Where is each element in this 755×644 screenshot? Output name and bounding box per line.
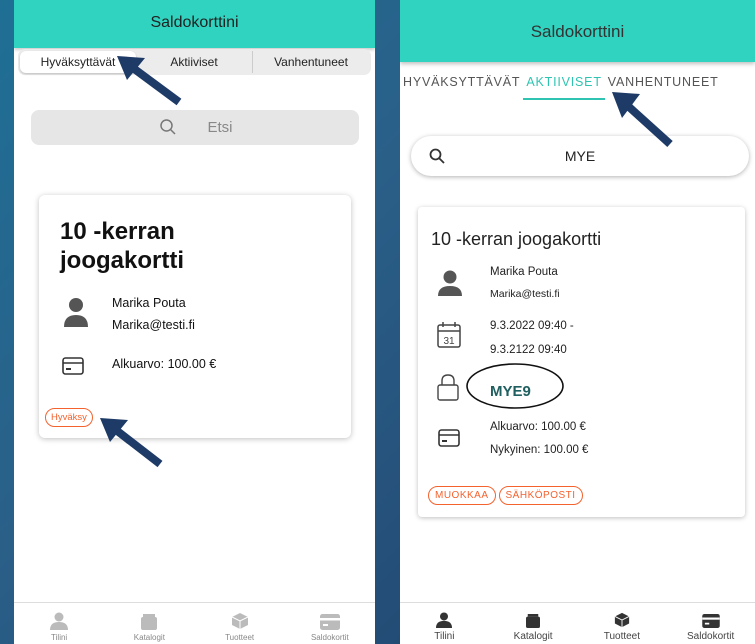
nav-label: Katalogit	[133, 633, 165, 642]
nav-catalogs[interactable]: Katalogit	[104, 603, 194, 644]
nav-account[interactable]: Tilini	[14, 603, 104, 644]
app-header: Saldokorttini	[14, 0, 375, 48]
current-value: Nykyinen: 100.00 €	[490, 444, 589, 456]
phone-left: Saldokorttini Hyväksyttävät Aktiiviset V…	[14, 0, 375, 644]
nav-label: Katalogit	[513, 631, 553, 642]
search-icon	[160, 119, 176, 135]
tab-expired[interactable]: VANHENTUNEET	[605, 75, 722, 100]
nav-label: Tuotteet	[225, 633, 255, 642]
tab-active[interactable]: AKTIIVISET	[523, 75, 605, 100]
person-icon	[436, 612, 453, 628]
owner-email: Marika@testi.fi	[112, 318, 195, 332]
valid-until: 9.3.2122 09:40	[490, 344, 567, 356]
owner-name: Marika Pouta	[112, 296, 186, 310]
gift-card: 10 -kerran joogakortti Marika Pouta Mari…	[39, 195, 351, 438]
nav-label: Saldokortit	[687, 631, 735, 642]
search-input[interactable]: Etsi	[31, 110, 359, 145]
nav-label: Saldokortit	[310, 633, 349, 642]
card-title: 10 -kerran joogakortti	[431, 229, 602, 249]
phone-right: Saldokorttini HYVÄKSYTTÄVÄT AKTIIVISET V…	[400, 0, 755, 644]
search-input[interactable]: MYE	[411, 136, 749, 176]
search-placeholder: Etsi	[207, 119, 233, 136]
search-value: MYE	[564, 148, 596, 164]
folder-icon	[526, 614, 541, 628]
nav-products[interactable]: Tuotteet	[195, 603, 285, 644]
email-button[interactable]: SÄHKÖPOSTI	[498, 486, 583, 505]
nav-label: Tilini	[434, 631, 455, 642]
edit-button[interactable]: MUOKKAA	[428, 486, 496, 505]
initial-value: Alkuarvo: 100.00 €	[112, 357, 217, 371]
tab-pending[interactable]: HYVÄKSYTTÄVÄT	[400, 75, 523, 100]
app-title: Saldokorttini	[530, 22, 625, 41]
credit-card-icon	[62, 357, 84, 375]
tab-active[interactable]: Aktiiviset	[136, 51, 253, 73]
tab-pending[interactable]: Hyväksyttävät	[20, 51, 136, 73]
bottom-nav: Tilini Katalogit Tuotteet Saldokortit	[14, 602, 375, 644]
box-icon	[614, 612, 630, 628]
owner-name: Marika Pouta	[490, 266, 558, 278]
person-icon	[64, 298, 88, 327]
owner-email: Marika@testi.fi	[490, 288, 560, 300]
calendar-icon: 31	[437, 322, 461, 348]
folder-icon	[141, 614, 158, 630]
approve-button[interactable]: Hyväksy	[45, 408, 93, 427]
nav-gift-cards[interactable]: Saldokortit	[666, 603, 755, 644]
app-header: Saldokorttini	[400, 0, 755, 62]
nav-label: Tilini	[51, 633, 68, 642]
initial-value: Alkuarvo: 100.00 €	[490, 421, 586, 433]
credit-card-icon	[319, 614, 340, 630]
card-actions: MUOKKAA SÄHKÖPOSTI	[428, 486, 583, 505]
nav-catalogs[interactable]: Katalogit	[489, 603, 578, 644]
tab-expired[interactable]: Vanhentuneet	[253, 51, 369, 73]
nav-label: Tuotteet	[603, 631, 641, 642]
calendar-day: 31	[443, 336, 455, 347]
app-title: Saldokorttini	[150, 14, 239, 31]
credit-card-icon	[701, 614, 720, 628]
nav-gift-cards[interactable]: Saldokortit	[285, 603, 375, 644]
person-icon	[50, 612, 69, 630]
credit-card-icon	[438, 429, 460, 447]
valid-from: 9.3.2022 09:40 -	[490, 320, 574, 332]
card-title: 10 -kerran joogakortti	[60, 218, 184, 274]
box-icon	[231, 613, 248, 629]
bottom-nav: Tilini Katalogit Tuotteet Saldokortit	[400, 602, 755, 644]
lock-icon	[437, 374, 459, 401]
card-code: MYE9	[490, 383, 531, 400]
tab-bar: HYVÄKSYTTÄVÄT AKTIIVISET VANHENTUNEET	[400, 75, 755, 100]
person-icon	[438, 270, 462, 296]
nav-account[interactable]: Tilini	[400, 603, 489, 644]
nav-products[interactable]: Tuotteet	[578, 603, 667, 644]
tab-bar: Hyväksyttävät Aktiiviset Vanhentuneet	[18, 49, 371, 75]
gift-card: 10 -kerran joogakortti Marika Pouta Mari…	[418, 207, 745, 517]
